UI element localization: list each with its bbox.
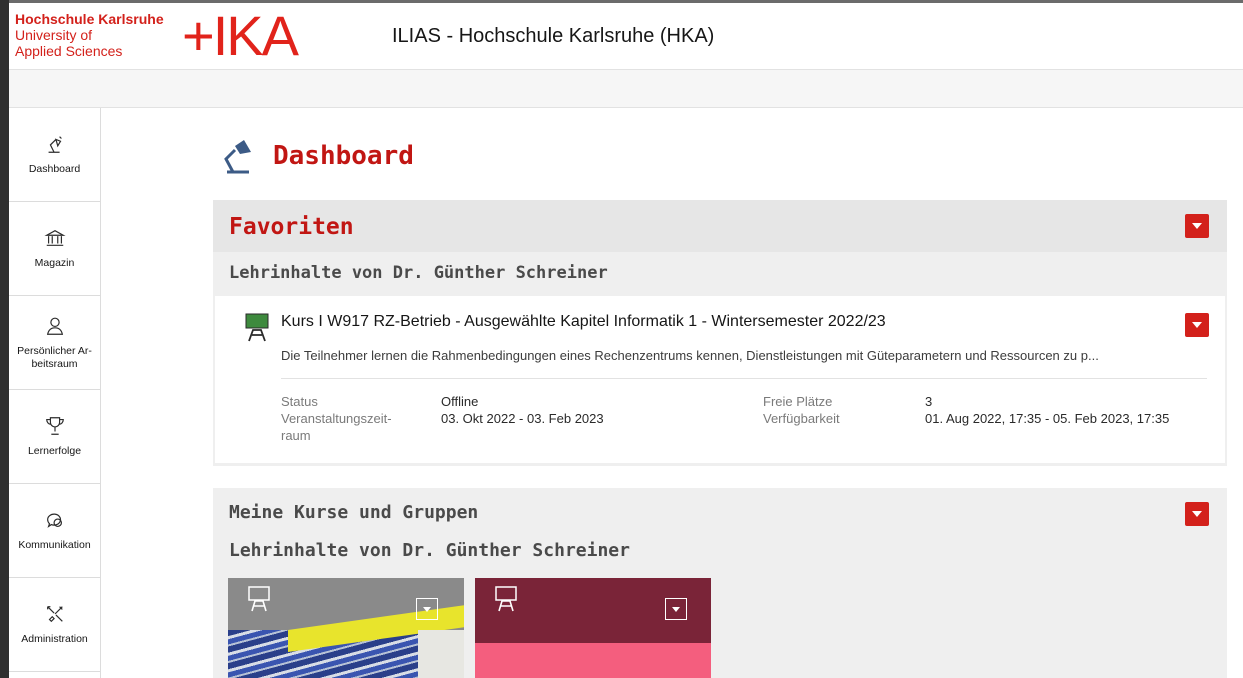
sidebar-item-label: Persönlicher Ar-beitsraum <box>17 344 92 370</box>
availability-label: Verfügbarkeit <box>763 411 840 426</box>
sidebar-item-label: Administration <box>21 633 88 645</box>
divider <box>281 378 1207 379</box>
header: Hochschule Karlsruhe University of Appli… <box>9 3 1243 70</box>
tile-actions-dropdown-button[interactable] <box>416 598 438 620</box>
course-icon <box>245 313 269 342</box>
hka-logo[interactable]: +IKA <box>182 8 299 64</box>
sidebar-item-lernerfolge[interactable]: Lernerfolge <box>9 390 100 484</box>
course-description: Die Teilnehmer lernen die Rahmenbedingun… <box>281 348 1099 363</box>
desk-lamp-icon <box>48 136 62 153</box>
brand-line-1: Hochschule Karlsruhe <box>15 11 164 27</box>
sidebar-item-dashboard[interactable]: Dashboard <box>9 108 100 202</box>
bank-icon <box>43 229 66 246</box>
meine-kurse-subtitle: Lehrinhalte von Dr. Günther Schreiner <box>229 540 630 561</box>
course-actions-dropdown-button[interactable] <box>1185 313 1209 337</box>
sidebar-item-label: Magazin <box>34 257 75 269</box>
tile-image <box>475 643 711 678</box>
list-item: Kurs I W917 RZ-Betrieb - Ausgewählte Kap… <box>215 296 1225 463</box>
page-header: Dashboard <box>219 136 414 176</box>
meine-kurse-actions-dropdown-button[interactable] <box>1185 502 1209 526</box>
period-label: Veranstaltungszeit- raum <box>281 411 392 443</box>
sidebar-item-administration[interactable]: Administration <box>9 578 100 672</box>
favoriten-actions-dropdown-button[interactable] <box>1185 214 1209 238</box>
sidebar-item-label: Lernerfolge <box>27 445 82 457</box>
course-tile[interactable] <box>475 578 711 678</box>
sidebar-item-personal-workspace[interactable]: Persönlicher Ar-beitsraum <box>9 296 100 390</box>
sidebar-item-kommunikation[interactable]: Kommunikation <box>9 484 100 578</box>
tools-icon <box>46 606 63 623</box>
brand-line-3: Applied Sciences <box>15 43 123 59</box>
course-icon <box>495 586 517 612</box>
favoriten-panel: Favoriten Lehrinhalte von Dr. Günther Sc… <box>213 200 1227 466</box>
sidebar-item-label: Dashboard <box>28 163 81 175</box>
page-title: Dashboard <box>273 141 414 171</box>
period-value: 03. Okt 2022 - 03. Feb 2023 <box>441 411 604 426</box>
trophy-icon <box>45 417 64 435</box>
free-places-value: 3 <box>925 394 933 409</box>
course-title-link[interactable]: Kurs I W917 RZ-Betrieb - Ausgewählte Kap… <box>281 313 886 331</box>
brand-text[interactable]: Hochschule Karlsruhe University of Appli… <box>15 11 164 59</box>
chat-bubbles-icon <box>46 513 62 528</box>
main-bar: Dashboard Magazin Persönlicher Ar-beitsr… <box>9 108 101 678</box>
sidebar-item-label: Kommunikation <box>18 539 91 551</box>
free-places-label: Freie Plätze <box>763 394 833 409</box>
window-left-edge <box>0 0 9 678</box>
sidebar-item-magazin[interactable]: Magazin <box>9 202 100 296</box>
brand-line-2: University of <box>15 27 93 43</box>
favoriten-header <box>213 200 1227 252</box>
desk-lamp-icon <box>224 140 251 174</box>
tile-image <box>228 630 464 678</box>
meine-kurse-title: Meine Kurse und Gruppen <box>229 502 479 523</box>
header-title[interactable]: ILIAS - Hochschule Karlsruhe (HKA) <box>392 25 714 48</box>
status-value: Offline <box>441 394 479 409</box>
favoriten-subtitle: Lehrinhalte von Dr. Günther Schreiner <box>229 263 608 283</box>
person-icon <box>46 317 63 335</box>
subheader-bar <box>9 70 1243 108</box>
course-tile[interactable] <box>228 578 464 678</box>
tile-actions-dropdown-button[interactable] <box>665 598 687 620</box>
course-icon <box>248 586 270 612</box>
status-label: Status <box>281 394 318 409</box>
main-content: Dashboard Favoriten Lehrinhalte von Dr. … <box>101 108 1243 678</box>
favoriten-title: Favoriten <box>229 214 354 240</box>
availability-value: 01. Aug 2022, 17:35 - 05. Feb 2023, 17:3… <box>925 411 1170 426</box>
